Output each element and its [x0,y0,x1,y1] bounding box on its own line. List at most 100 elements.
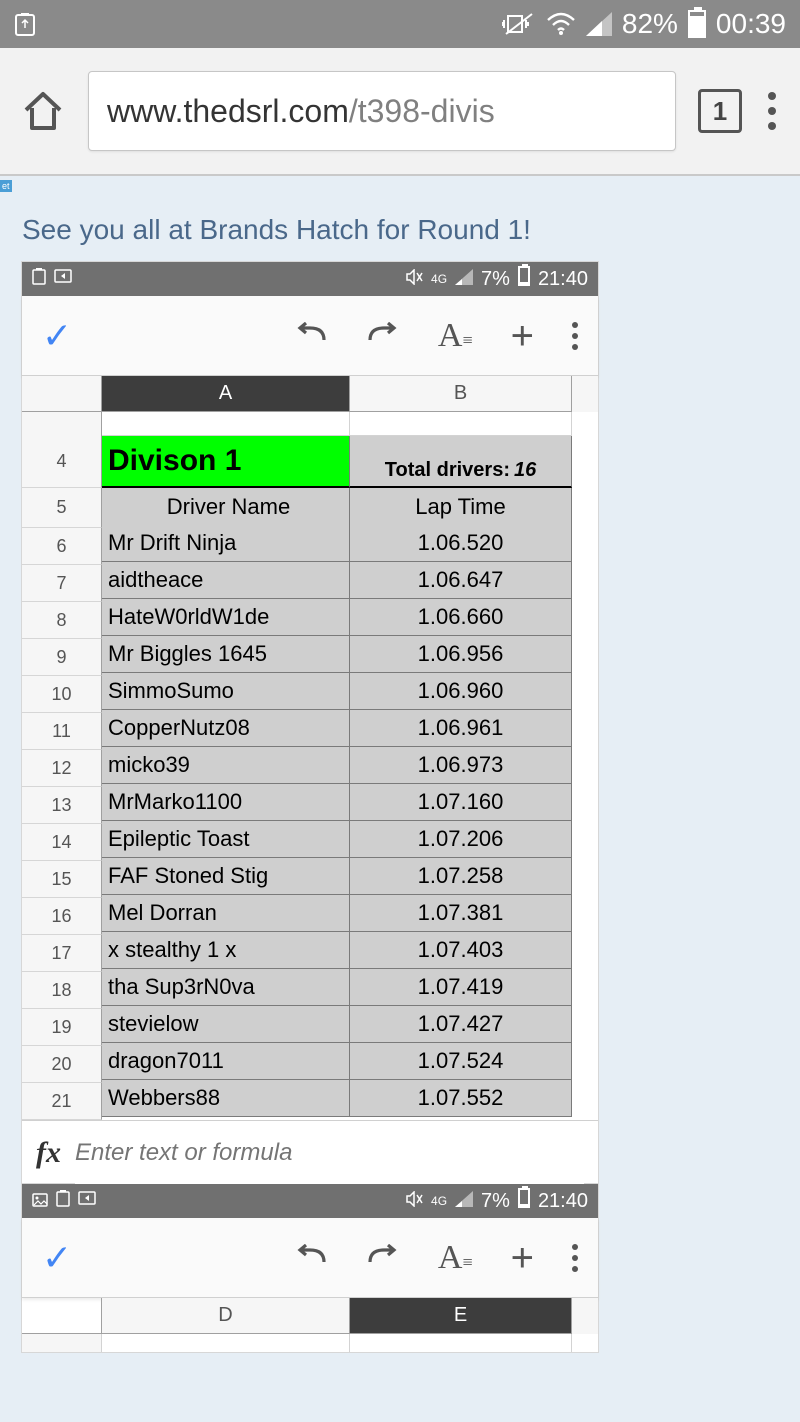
lap-time-cell[interactable]: 1.07.524 [350,1043,572,1080]
embedded-spreadsheet: 4G 7% 21:40 ✓ A≡ + A B [22,262,598,1184]
column-subheader[interactable]: Driver Name [102,488,350,528]
inner2-mute-icon [405,1190,423,1213]
data-row: CopperNutz081.06.961 [102,710,598,747]
division-title-cell[interactable]: Divison 1 [102,436,350,488]
row-number[interactable]: 21 [22,1083,102,1120]
lap-time-cell[interactable]: 1.07.206 [350,821,572,858]
sheet2-corner[interactable] [22,1298,102,1334]
inner2-network-label: 4G [431,1194,447,1208]
driver-name-cell[interactable]: micko39 [102,747,350,784]
text-format-icon-2[interactable]: A≡ [438,1239,473,1277]
inner2-battery-icon [518,1188,530,1214]
cell[interactable] [350,412,572,436]
driver-name-cell[interactable]: Epileptic Toast [102,821,350,858]
row-number[interactable]: 11 [22,713,102,750]
sheet-corner[interactable] [22,376,102,412]
undo-icon-2[interactable] [294,1238,328,1277]
sheets-toolbar-2: ✓ A≡ + [22,1218,598,1298]
url-bar[interactable]: www.thedsrl.com/t398-divis [88,71,676,151]
page-body: See you all at Brands Hatch for Round 1!… [0,176,800,1352]
row-number[interactable]: 9 [22,639,102,676]
driver-name-cell[interactable]: x stealthy 1 x [102,932,350,969]
lap-time-cell[interactable]: 1.07.381 [350,895,572,932]
row-number[interactable]: 13 [22,787,102,824]
browser-toolbar: www.thedsrl.com/t398-divis 1 [0,48,800,176]
row-number[interactable]: 18 [22,972,102,1009]
inner2-signal-icon [455,1190,473,1213]
row-number[interactable]: 20 [22,1046,102,1083]
home-icon[interactable] [20,88,66,134]
row-number[interactable]: 19 [22,1009,102,1046]
lap-time-cell[interactable]: 1.06.973 [350,747,572,784]
col-header-d[interactable]: D [102,1298,350,1334]
col-header-a[interactable]: A [102,376,350,412]
driver-name-cell[interactable]: MrMarko1100 [102,784,350,821]
lap-time-cell[interactable]: 1.06.647 [350,562,572,599]
sheets-overflow-icon[interactable] [572,322,578,350]
lap-time-cell[interactable]: 1.06.960 [350,673,572,710]
row-number[interactable]: 8 [22,602,102,639]
driver-name-cell[interactable]: CopperNutz08 [102,710,350,747]
driver-name-cell[interactable]: Mr Drift Ninja [102,525,350,562]
driver-name-cell[interactable]: stevielow [102,1006,350,1043]
page-micro-tag: et [0,180,12,192]
inner2-recycle-icon [56,1189,70,1213]
data-row: dragon70111.07.524 [102,1043,598,1080]
lap-time-cell[interactable]: 1.06.956 [350,636,572,673]
text-format-icon[interactable]: A≡ [438,317,473,355]
driver-name-cell[interactable]: Mr Biggles 1645 [102,636,350,673]
lap-time-cell[interactable]: 1.07.427 [350,1006,572,1043]
lap-time-cell[interactable]: 1.07.258 [350,858,572,895]
row-number[interactable]: 5 [22,488,102,528]
lap-time-cell[interactable]: 1.06.520 [350,525,572,562]
row-number[interactable]: 15 [22,861,102,898]
total-drivers-cell[interactable]: Total drivers:16 [350,436,572,488]
row-number[interactable]: 16 [22,898,102,935]
lap-time-cell[interactable]: 1.07.403 [350,932,572,969]
accept-icon[interactable]: ✓ [42,315,72,357]
formula-input[interactable] [75,1121,584,1184]
row-number[interactable]: 4 [22,436,102,488]
inner-recycle-icon [32,267,46,291]
driver-name-cell[interactable]: SimmoSumo [102,673,350,710]
sheets-overflow-icon-2[interactable] [572,1244,578,1272]
accept-icon-2[interactable]: ✓ [42,1237,72,1279]
column-subheader[interactable]: Lap Time [350,488,572,528]
driver-name-cell[interactable]: tha Sup3rN0va [102,969,350,1006]
tab-switcher[interactable]: 1 [698,89,742,133]
driver-name-cell[interactable]: aidtheace [102,562,350,599]
row-number[interactable]: 6 [22,528,102,565]
lap-time-cell[interactable]: 1.07.419 [350,969,572,1006]
vibrate-icon [502,10,536,38]
overflow-menu-icon[interactable] [764,88,780,134]
add-icon[interactable]: + [511,324,534,348]
add-icon-2[interactable]: + [511,1246,534,1270]
inner2-battery-percent: 7% [481,1190,510,1213]
col-header-e[interactable]: E [350,1298,572,1334]
lap-time-cell[interactable]: 1.07.160 [350,784,572,821]
driver-name-cell[interactable]: Webbers88 [102,1080,350,1117]
row-number[interactable]: 14 [22,824,102,861]
redo-icon-2[interactable] [366,1238,400,1277]
undo-icon[interactable] [294,316,328,355]
embedded-spreadsheet-2: 4G 7% 21:40 ✓ A≡ + D E [22,1184,598,1352]
lap-time-cell[interactable]: 1.07.552 [350,1080,572,1117]
cell[interactable] [102,412,350,436]
driver-name-cell[interactable]: FAF Stoned Stig [102,858,350,895]
data-row: Webbers881.07.552 [102,1080,598,1117]
row-number[interactable]: 10 [22,676,102,713]
lap-time-cell[interactable]: 1.06.961 [350,710,572,747]
lap-time-cell[interactable]: 1.06.660 [350,599,572,636]
wifi-icon [546,12,576,36]
row-number[interactable]: 17 [22,935,102,972]
driver-name-cell[interactable]: Mel Dorran [102,895,350,932]
driver-name-cell[interactable]: dragon7011 [102,1043,350,1080]
row-number[interactable]: 7 [22,565,102,602]
row-number[interactable] [22,412,102,436]
row-number[interactable]: 12 [22,750,102,787]
grid: Divison 1Total drivers:16Driver NameLap … [102,412,598,1120]
driver-name-cell[interactable]: HateW0rldW1de [102,599,350,636]
redo-icon[interactable] [366,316,400,355]
col-header-b[interactable]: B [350,376,572,412]
data-row: Epileptic Toast1.07.206 [102,821,598,858]
